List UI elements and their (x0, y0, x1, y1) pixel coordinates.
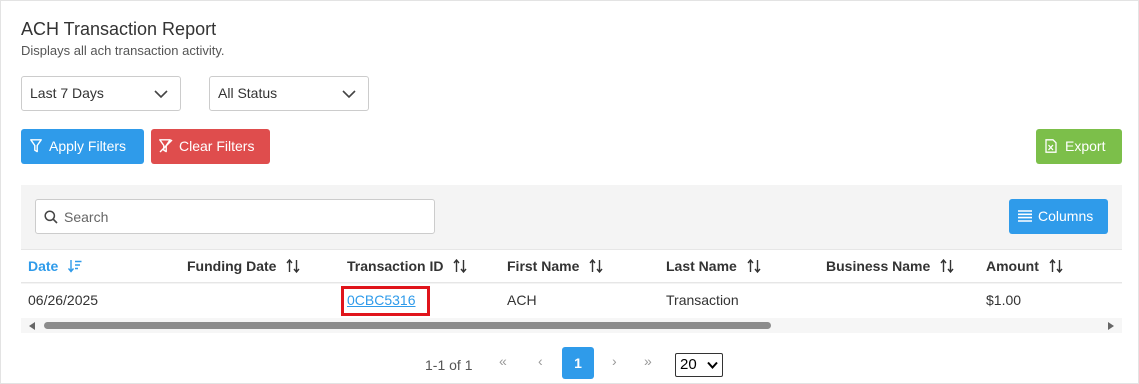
search-icon (44, 210, 58, 224)
column-header-last-name[interactable]: Last Name (666, 258, 761, 274)
column-header-business-name[interactable]: Business Name (826, 258, 954, 274)
apply-filters-label: Apply Filters (49, 138, 127, 154)
last-page-button[interactable]: » (644, 353, 652, 369)
list-icon (1018, 210, 1032, 222)
column-header-first-name[interactable]: First Name (507, 258, 603, 274)
sort-icon (747, 259, 761, 273)
page-subtitle: Displays all ach transaction activity. (21, 43, 225, 58)
export-button[interactable]: Export (1036, 129, 1122, 164)
filter-icon (30, 139, 42, 153)
sort-icon (940, 259, 954, 273)
column-header-funding-date[interactable]: Funding Date (187, 258, 300, 274)
scrollbar-thumb[interactable] (44, 322, 771, 329)
excel-file-icon (1045, 139, 1057, 153)
report-card: ACH Transaction Report Displays all ach … (0, 0, 1139, 384)
page-title: ACH Transaction Report (21, 19, 217, 39)
current-page-button[interactable]: 1 (562, 347, 594, 379)
apply-filters-button[interactable]: Apply Filters (21, 129, 144, 164)
cell-date: 06/26/2025 (28, 292, 99, 308)
sort-icon (1049, 259, 1063, 273)
export-label: Export (1065, 138, 1106, 154)
date-range-select[interactable]: Last 7 Days (21, 76, 181, 111)
highlight-box (341, 286, 430, 316)
column-header-amount[interactable]: Amount (986, 258, 1063, 274)
chevron-down-icon (154, 90, 168, 99)
status-select[interactable]: All Status (209, 76, 369, 111)
table-header: Date Funding Date Transaction ID First N… (21, 249, 1122, 283)
scroll-right-arrow-icon[interactable] (1108, 322, 1114, 330)
sort-icon (453, 259, 467, 273)
next-page-button[interactable]: › (612, 353, 617, 369)
horizontal-scrollbar[interactable] (21, 318, 1122, 333)
search-box[interactable] (35, 199, 435, 234)
sort-icon (589, 259, 603, 273)
chevron-down-icon (707, 361, 718, 369)
cell-first-name: ACH (507, 292, 537, 308)
filter-clear-icon (159, 139, 173, 153)
pagination-info: 1-1 of 1 (425, 357, 473, 373)
date-range-value: Last 7 Days (30, 85, 104, 101)
sort-icon (286, 259, 300, 273)
chevron-down-icon (342, 90, 356, 99)
first-page-button[interactable]: « (499, 353, 507, 369)
scroll-left-arrow-icon[interactable] (29, 322, 35, 330)
status-value: All Status (218, 85, 278, 101)
columns-label: Columns (1038, 208, 1094, 224)
page-size-select[interactable]: 20 (675, 353, 723, 377)
column-header-transaction-id[interactable]: Transaction ID (347, 258, 467, 274)
column-header-date[interactable]: Date (28, 258, 82, 274)
columns-button[interactable]: Columns (1009, 199, 1108, 234)
table-row: 06/26/2025 0CBC5316 ACH Transaction $1.0… (21, 284, 1122, 318)
clear-filters-label: Clear Filters (179, 138, 255, 154)
sort-descending-icon (68, 260, 82, 273)
clear-filters-button[interactable]: Clear Filters (151, 129, 270, 164)
cell-amount: $1.00 (986, 292, 1022, 308)
page-size-value: 20 (680, 356, 697, 373)
search-input[interactable] (64, 200, 424, 233)
cell-last-name: Transaction (666, 292, 739, 308)
previous-page-button[interactable]: ‹ (538, 353, 543, 369)
